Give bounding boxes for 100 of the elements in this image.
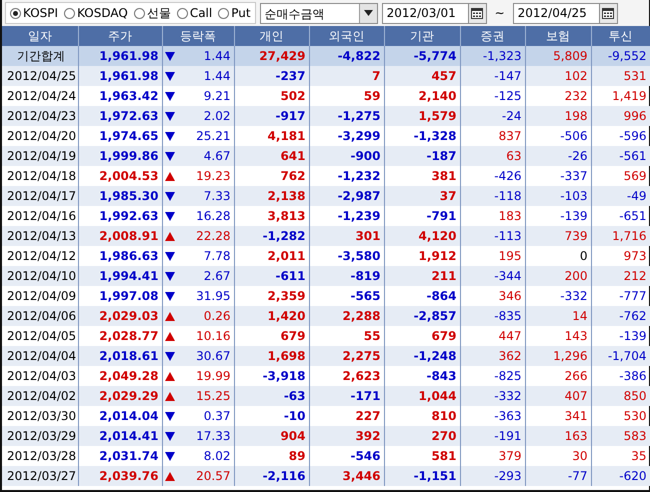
change-value: 22.28 [196, 228, 230, 245]
value-cell: 4,120 [384, 226, 460, 246]
calendar-button[interactable] [598, 2, 618, 24]
dropdown-button[interactable] [358, 4, 377, 22]
calendar-icon [602, 8, 614, 18]
change-value: 4.67 [204, 148, 230, 165]
measure-dropdown[interactable]: 순매수금액 [260, 2, 378, 24]
value-cell: -293 [460, 466, 525, 486]
price-cell: 2,029.03 [78, 306, 162, 326]
value-cell: -819 [309, 266, 384, 286]
value-cell: 362 [460, 346, 525, 366]
change-value: 19.23 [196, 168, 230, 185]
value-cell: -611 [234, 266, 309, 286]
value-cell: -63 [234, 386, 309, 406]
change-value: 1.44 [204, 48, 230, 65]
change-value: 25.21 [196, 128, 230, 145]
column-header[interactable]: 등락폭 [162, 26, 234, 46]
column-header[interactable]: 주가 [78, 26, 162, 46]
change-value: 20.57 [196, 468, 230, 485]
value-cell: -2,116 [234, 466, 309, 486]
value-cell: 2,138 [234, 186, 309, 206]
price-cell: 1,972.63 [78, 106, 162, 126]
value-cell: 531 [591, 66, 650, 86]
date-cell: 2012/04/13 [2, 226, 78, 246]
value-cell: 641 [234, 146, 309, 166]
change-value: 10.16 [196, 328, 230, 345]
change-value: 7.78 [204, 248, 230, 265]
price-cell: 1,961.98 [78, 46, 162, 66]
value-cell: -835 [460, 306, 525, 326]
price-cell: 1,961.98 [78, 66, 162, 86]
caret-icon [364, 10, 373, 16]
column-header[interactable]: 일자 [2, 26, 78, 46]
value-cell: -561 [591, 146, 650, 166]
value-cell: -171 [309, 386, 384, 406]
column-header[interactable]: 증권 [460, 26, 525, 46]
value-cell: 37 [384, 186, 460, 206]
value-cell: 102 [525, 66, 591, 86]
value-cell: 1,044 [384, 386, 460, 406]
market-radio[interactable]: 선물 [134, 7, 171, 19]
value-cell: 457 [384, 66, 460, 86]
market-radio[interactable]: KOSPI [10, 7, 58, 19]
price-cell: 2,039.76 [78, 466, 162, 486]
date-cell: 2012/04/02 [2, 386, 78, 406]
value-cell: -1,704 [591, 346, 650, 366]
value-cell: 200 [525, 266, 591, 286]
value-cell: 850 [591, 386, 650, 406]
value-cell: 3,446 [309, 466, 384, 486]
change-value: 19.99 [196, 368, 230, 385]
value-cell: -4,822 [309, 46, 384, 66]
value-cell: -344 [460, 266, 525, 286]
value-cell: -191 [460, 426, 525, 446]
date-cell: 2012/04/06 [2, 306, 78, 326]
date-cell: 2012/04/19 [2, 146, 78, 166]
value-cell: -237 [234, 66, 309, 86]
change-value: 17.33 [196, 428, 230, 445]
column-header[interactable]: 개인 [234, 26, 309, 46]
calendar-icon [471, 8, 484, 18]
value-cell: 270 [384, 426, 460, 446]
calendar-button[interactable] [468, 2, 487, 24]
start-date-field[interactable]: 2012/03/01 [382, 2, 468, 24]
end-date-field[interactable]: 2012/04/25 [512, 2, 599, 24]
value-cell: -2,987 [309, 186, 384, 206]
column-header[interactable]: 기관 [384, 26, 460, 46]
column-header[interactable]: 투신 [591, 26, 650, 46]
value-cell: 407 [525, 386, 591, 406]
date-cell: 2012/03/27 [2, 466, 78, 486]
value-cell: 1,296 [525, 346, 591, 366]
date-cell: 2012/03/29 [2, 426, 78, 446]
value-cell: -24 [460, 106, 525, 126]
value-cell: -1,151 [384, 466, 460, 486]
value-cell: 2,275 [309, 346, 384, 366]
value-cell: 63 [460, 146, 525, 166]
change-value: 0.26 [204, 308, 230, 325]
value-cell: -332 [460, 386, 525, 406]
price-cell: 2,029.29 [78, 386, 162, 406]
change-value: 8.02 [204, 448, 230, 465]
value-cell: -103 [525, 186, 591, 206]
price-cell: 2,014.41 [78, 426, 162, 446]
value-cell: -187 [384, 146, 460, 166]
value-cell: 301 [309, 226, 384, 246]
value-cell: 1,579 [384, 106, 460, 126]
value-cell: 1,698 [234, 346, 309, 366]
value-cell: -1,282 [234, 226, 309, 246]
range-separator: ~ [494, 5, 506, 22]
value-cell: 7 [309, 66, 384, 86]
value-cell: -9,552 [591, 46, 650, 66]
value-cell: 212 [591, 266, 650, 286]
value-cell: 27,429 [234, 46, 309, 66]
value-cell: 14 [525, 306, 591, 326]
market-radio[interactable]: Call [176, 7, 212, 19]
column-header[interactable]: 보험 [525, 26, 591, 46]
value-cell: -26 [525, 146, 591, 166]
market-radio[interactable]: Put [218, 7, 251, 19]
value-cell: -917 [234, 106, 309, 126]
value-cell: -5,774 [384, 46, 460, 66]
date-cell: 2012/04/23 [2, 106, 78, 126]
column-header[interactable]: 외국인 [309, 26, 384, 46]
value-cell: 5,809 [525, 46, 591, 66]
value-cell: -900 [309, 146, 384, 166]
market-radio[interactable]: KOSDAQ [64, 7, 128, 19]
